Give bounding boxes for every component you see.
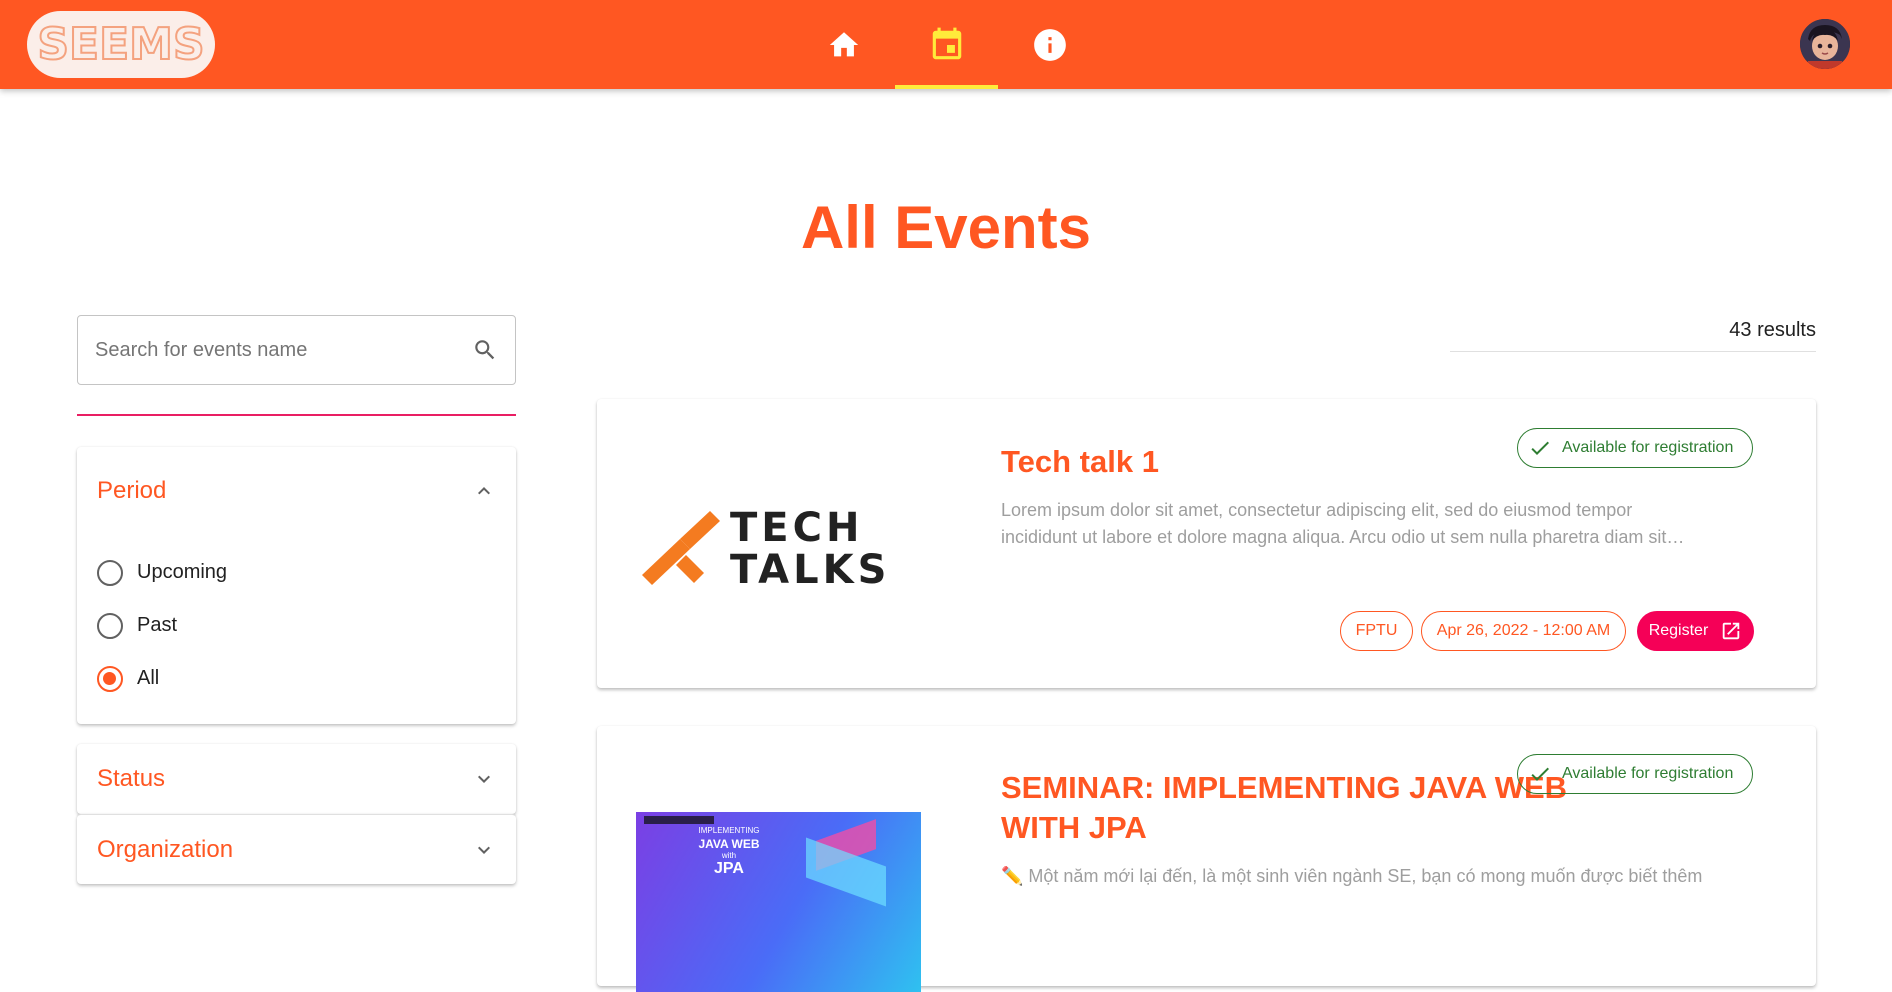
period-option-upcoming[interactable]: Upcoming	[77, 546, 516, 599]
period-filter-title: Period	[97, 477, 167, 504]
event-image-text: IMPLEMENTING	[698, 826, 760, 835]
event-title-line: WITH JPA	[1001, 810, 1147, 845]
register-button-label: Register	[1648, 622, 1709, 639]
period-option-label: Past	[137, 614, 178, 636]
status-badge: Available for registration	[1517, 428, 1753, 468]
avatar[interactable]	[1800, 19, 1850, 69]
event-image-text: TECH	[730, 505, 864, 551]
tab-home[interactable]	[792, 0, 895, 89]
event-title[interactable]: Tech talk 1	[1001, 442, 1159, 482]
event-card[interactable]: TECH TALKS Tech talk 1 Available for reg…	[597, 399, 1816, 688]
date-chip[interactable]: Apr 26, 2022 - 12:00 AM	[1421, 611, 1626, 651]
organization-chip[interactable]: FPTU	[1340, 611, 1413, 651]
status-badge-label: Available for registration	[1562, 765, 1734, 782]
page-title: All Events	[800, 194, 1092, 261]
status-badge-label: Available for registration	[1562, 439, 1734, 456]
event-image-text: TALKS	[730, 547, 891, 593]
info-icon	[1033, 28, 1066, 61]
chevron-down-icon	[478, 775, 490, 783]
search-input[interactable]	[95, 338, 472, 362]
period-option-label: All	[137, 667, 160, 689]
tech-talks-logo	[642, 511, 720, 585]
home-icon	[829, 31, 858, 56]
status-filter-title: Status	[97, 765, 166, 792]
calendar-icon	[932, 27, 961, 59]
event-image-text: JAVA WEB	[698, 837, 760, 851]
organization-filter-header[interactable]: Organization	[77, 815, 516, 885]
period-option-all[interactable]: All	[77, 652, 516, 705]
register-button[interactable]: Register	[1637, 611, 1754, 651]
organization-filter-title: Organization	[97, 836, 234, 863]
logo[interactable]: SEEMS	[27, 11, 215, 78]
app-bar: SEEMS	[0, 0, 1892, 89]
chevron-up-icon	[478, 487, 490, 495]
period-filter-header[interactable]: Period	[77, 447, 516, 535]
sidebar-divider	[77, 414, 516, 416]
organization-filter: Organization	[77, 814, 516, 884]
check-icon	[1531, 441, 1549, 455]
event-image-text: with	[721, 851, 737, 860]
event-description: ✏️ Một năm mới lại đến, là một sinh viên…	[1001, 866, 1703, 886]
status-filter: Status	[77, 744, 516, 814]
event-card[interactable]: IMPLEMENTING JAVA WEB with JPA SEMINAR: …	[597, 726, 1816, 992]
user-avatar-icon	[1800, 19, 1850, 69]
event-image[interactable]: TECH TALKS	[642, 505, 922, 591]
search-field[interactable]	[77, 315, 516, 385]
event-title-line: SEMINAR: IMPLEMENTING JAVA WEB	[1001, 770, 1568, 805]
results-divider	[1450, 351, 1816, 352]
radio-upcoming[interactable]	[97, 559, 123, 586]
event-image-text: JPA	[714, 860, 744, 877]
radio-past[interactable]	[97, 612, 123, 639]
status-badge: Available for registration	[1517, 754, 1753, 794]
sponsor-logos	[644, 816, 714, 824]
period-option-label: Upcoming	[137, 561, 228, 583]
status-filter-header[interactable]: Status	[77, 744, 516, 814]
event-description: Lorem ipsum dolor sit amet, consectetur …	[1001, 500, 1685, 547]
tab-about[interactable]	[998, 0, 1101, 89]
open-in-new-icon	[1723, 622, 1740, 640]
check-icon	[1531, 767, 1549, 781]
event-image[interactable]: IMPLEMENTING JAVA WEB with JPA	[636, 812, 921, 992]
chevron-down-icon	[478, 846, 490, 854]
search-icon[interactable]	[472, 337, 498, 363]
period-option-past[interactable]: Past	[77, 599, 516, 652]
results-count: 43 results	[1729, 319, 1816, 341]
tab-events[interactable]	[895, 0, 998, 89]
event-title[interactable]: SEMINAR: IMPLEMENTING JAVA WEB WITH JPA	[1001, 768, 1567, 848]
radio-all[interactable]	[97, 665, 123, 692]
logo-text: SEEMS	[36, 18, 205, 71]
period-filter: Period Upcoming Past All	[77, 447, 516, 724]
